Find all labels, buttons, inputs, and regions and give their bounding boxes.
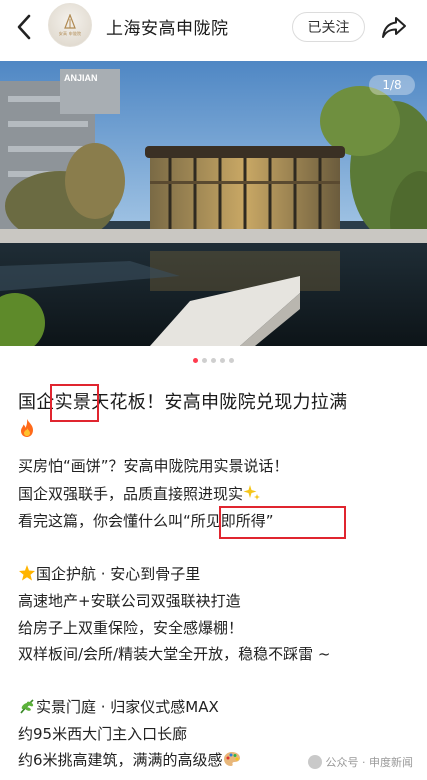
section-heading: 实景门庭 · 归家仪式感MAX bbox=[18, 696, 219, 718]
image-counter: 1/8 bbox=[369, 75, 415, 95]
building-photo: ANJIAN bbox=[0, 61, 427, 346]
section-heading: 国企护航 · 安心到骨子里 bbox=[18, 563, 200, 585]
body-line: 约95米西大门主入口长廊 bbox=[18, 725, 188, 743]
carousel-dot[interactable] bbox=[193, 357, 198, 363]
top-bar: 安高 申陇院 上海安高申陇院 已关注 bbox=[0, 0, 427, 56]
avatar-text: 安高 申陇院 bbox=[58, 30, 82, 36]
photo-logo: ANJIAN bbox=[64, 73, 98, 83]
body-line: 买房怕“画饼”？安高申陇院用实景说话！ bbox=[18, 457, 289, 475]
highlight-box-quote bbox=[219, 506, 346, 539]
palette-icon bbox=[223, 752, 240, 766]
highlight-box-title bbox=[50, 384, 99, 422]
share-icon[interactable] bbox=[380, 13, 408, 41]
watermark: 公众号 · 申度新闻 bbox=[307, 754, 414, 770]
glowing-star-icon bbox=[19, 565, 35, 581]
body-line: 双样板间/会所/精装大堂全开放，稳稳不踩雷 ~ bbox=[18, 645, 331, 663]
chevron-left-icon bbox=[17, 14, 31, 40]
body-line: 给房子上双重保险，安全感爆棚！ bbox=[18, 619, 244, 637]
carousel-dot[interactable] bbox=[229, 357, 234, 363]
herb-icon bbox=[20, 699, 34, 714]
body-line: 约6米挑高建筑，满满的高级感 bbox=[18, 749, 241, 771]
wechat-icon bbox=[307, 755, 322, 769]
carousel-dot[interactable] bbox=[220, 357, 225, 363]
fire-icon bbox=[21, 419, 33, 437]
cover-image[interactable]: ANJIAN 1/8 bbox=[0, 61, 427, 346]
carousel-dots bbox=[0, 356, 427, 364]
logo-mark-icon bbox=[64, 13, 76, 29]
back-button[interactable] bbox=[10, 12, 38, 42]
sparkles-icon bbox=[243, 485, 261, 500]
avatar[interactable]: 安高 申陇院 bbox=[48, 3, 92, 47]
body-line: 国企双强联手，品质直接照进现实 bbox=[18, 483, 261, 505]
account-name[interactable]: 上海安高申陇院 bbox=[106, 14, 229, 39]
body-line: 高速地产+安联公司双强联袂打造 bbox=[18, 592, 241, 610]
carousel-dot[interactable] bbox=[211, 357, 216, 363]
follow-button[interactable]: 已关注 bbox=[292, 12, 365, 42]
watermark-text: 公众号 · 申度新闻 bbox=[325, 756, 414, 769]
carousel-dot[interactable] bbox=[202, 357, 207, 363]
